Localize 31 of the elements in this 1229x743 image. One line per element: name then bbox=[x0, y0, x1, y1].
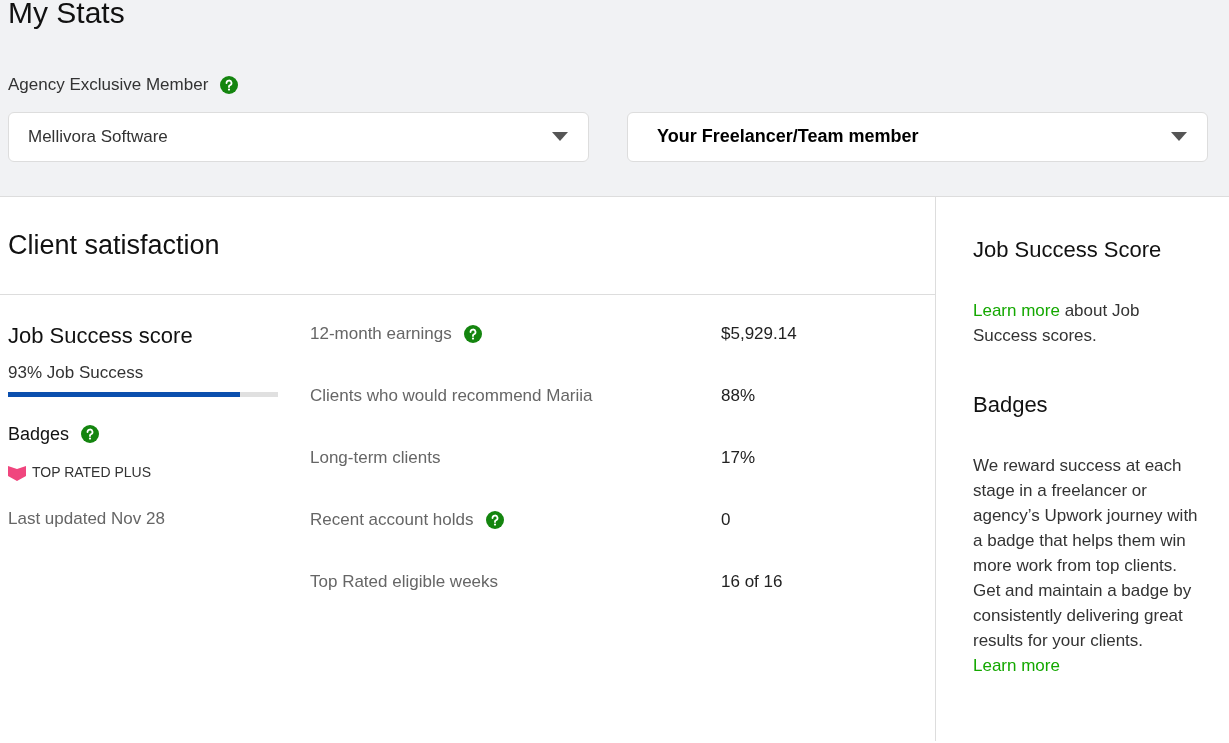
stat-value: 88% bbox=[721, 385, 756, 408]
help-icon[interactable] bbox=[81, 425, 100, 443]
stat-value: 17% bbox=[721, 447, 756, 470]
page-title: My Stats bbox=[8, 0, 126, 28]
job-success-reading: 93% Job Success bbox=[8, 362, 145, 384]
stat-value: 0 bbox=[721, 509, 731, 532]
help-icon[interactable] bbox=[463, 325, 482, 343]
stat-label: Recent account holds bbox=[310, 509, 474, 532]
stat-label: Clients who would recommend Mariia bbox=[310, 385, 593, 408]
caret-icon bbox=[1171, 132, 1187, 141]
last-updated-text: Last updated Nov 28 bbox=[8, 507, 166, 530]
help-icon[interactable] bbox=[220, 75, 239, 94]
caret-icon bbox=[552, 132, 568, 141]
select-dropdown[interactable]: Your Freelancer/Team member bbox=[627, 111, 1208, 162]
badge-label: TOP RATED PLUS bbox=[32, 462, 152, 482]
section-title: Client satisfaction bbox=[8, 229, 220, 263]
sidebar-title: Job Success Score bbox=[973, 236, 1163, 264]
stat-label: 12-month earnings bbox=[310, 323, 452, 346]
member-label: Agency Exclusive Member bbox=[8, 74, 209, 96]
stat-value: $5,929.14 bbox=[721, 323, 797, 346]
sidebar-title: Badges bbox=[973, 391, 1049, 419]
help-icon[interactable] bbox=[485, 511, 504, 529]
badges-title: Badges bbox=[8, 422, 70, 446]
help-paragraph: Learn more about Job Success scores. bbox=[973, 300, 1141, 347]
badge-icon bbox=[8, 463, 26, 481]
select-dropdown[interactable]: Mellivora Software bbox=[8, 111, 589, 162]
help-paragraph: We reward success at each stage in a freelancer or agency’s Upwork journey with a badge that helps them win more work from top clients. Get and maintain a badge by consistently delivering great results for your clients. Learn more bbox=[973, 455, 1199, 677]
job-success-title: Job Success score bbox=[8, 322, 194, 350]
stat-label: Long-term clients bbox=[310, 447, 441, 470]
stat-label: Top Rated eligible weeks bbox=[310, 571, 499, 594]
stat-value: 16 of 16 bbox=[721, 571, 783, 594]
